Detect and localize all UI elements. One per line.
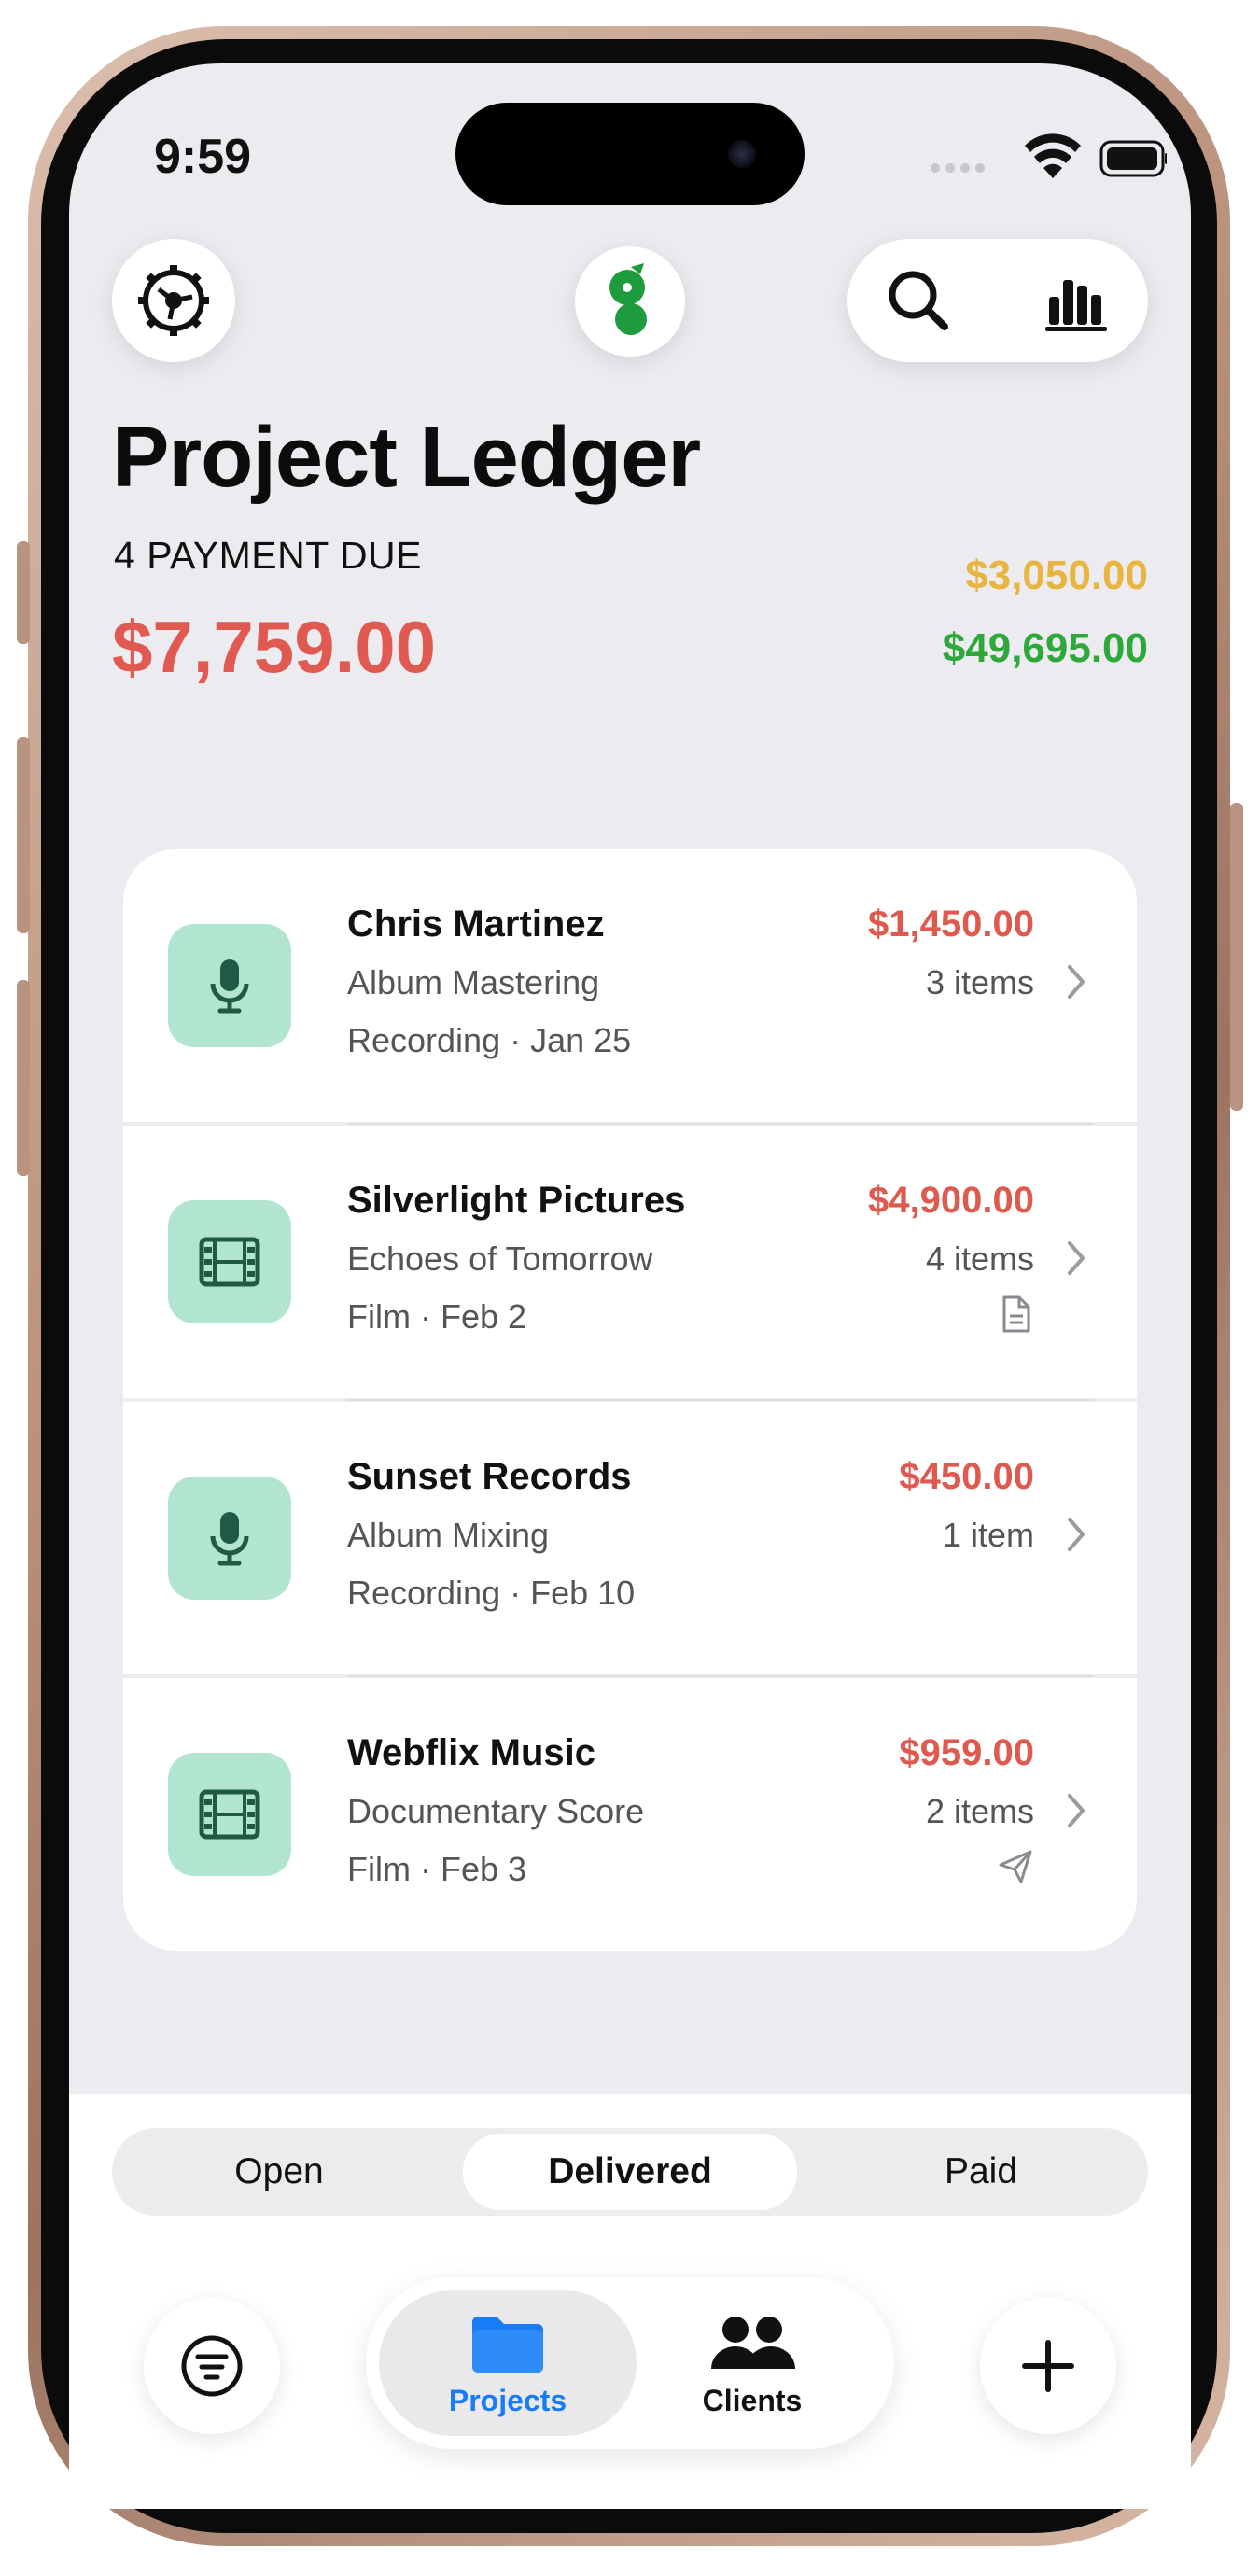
chevron-right-icon bbox=[1068, 1241, 1085, 1275]
film-icon bbox=[199, 1237, 260, 1287]
category-tile bbox=[168, 1200, 291, 1323]
pending-amount: $3,050.00 bbox=[965, 553, 1148, 598]
project-name: Album Mixing bbox=[347, 1516, 550, 1554]
people-icon bbox=[711, 2317, 795, 2369]
tab-clients-label: Clients bbox=[702, 2384, 803, 2417]
category-tile bbox=[168, 1477, 291, 1600]
item-count: 1 item bbox=[942, 1516, 1034, 1554]
film-icon bbox=[199, 1789, 260, 1840]
item-count: 3 items bbox=[925, 963, 1034, 1001]
folder-icon bbox=[472, 2317, 543, 2373]
segment-open[interactable]: Open bbox=[112, 2128, 446, 2216]
project-name: Album Mastering bbox=[347, 963, 600, 1001]
client-name: Silverlight Pictures bbox=[347, 1180, 686, 1221]
cellular-icon bbox=[931, 163, 985, 173]
project-row[interactable]: Chris Martinez Album Mastering Recording… bbox=[123, 849, 1137, 1125]
category-tile bbox=[168, 924, 291, 1047]
action-button bbox=[17, 541, 30, 644]
chevron-right-icon bbox=[1068, 965, 1085, 999]
status-time: 9:59 bbox=[154, 130, 252, 184]
volume-up-button bbox=[17, 737, 30, 933]
tab-bar: Projects Clients bbox=[366, 2277, 894, 2449]
project-list: Chris Martinez Album Mastering Recording… bbox=[123, 849, 1137, 1954]
payment-due-amount: $7,759.00 bbox=[112, 606, 437, 688]
document-icon bbox=[1002, 1295, 1030, 1333]
project-amount: $4,900.00 bbox=[868, 1180, 1034, 1221]
project-amount: $450.00 bbox=[899, 1456, 1034, 1497]
tab-projects[interactable]: Projects bbox=[379, 2290, 637, 2436]
project-meta: Recording · Jan 25 bbox=[347, 1021, 632, 1059]
project-name: Echoes of Tomorrow bbox=[347, 1239, 653, 1278]
tab-clients[interactable]: Clients bbox=[623, 2290, 881, 2436]
chevron-right-icon bbox=[1068, 1794, 1085, 1827]
send-icon bbox=[999, 1850, 1032, 1883]
tab-projects-label: Projects bbox=[448, 2384, 567, 2417]
item-count: 2 items bbox=[925, 1792, 1034, 1830]
client-name: Sunset Records bbox=[347, 1456, 632, 1497]
volume-down-button bbox=[17, 980, 30, 1176]
project-row[interactable]: Sunset Records Album Mixing Recording · … bbox=[123, 1402, 1137, 1677]
page-title: Project Ledger bbox=[112, 410, 701, 505]
chevron-right-icon bbox=[1068, 1518, 1085, 1551]
gear-icon bbox=[138, 265, 209, 336]
microphone-icon bbox=[210, 959, 249, 1014]
row-divider bbox=[347, 1399, 1094, 1401]
toolbar-pill bbox=[847, 239, 1148, 362]
item-count: 4 items bbox=[925, 1239, 1034, 1278]
stats-button[interactable] bbox=[1034, 258, 1120, 343]
row-divider bbox=[347, 1123, 1094, 1125]
battery-icon bbox=[1099, 140, 1169, 177]
bar-chart-icon bbox=[1045, 280, 1107, 331]
project-amount: $1,450.00 bbox=[868, 903, 1034, 945]
status-icons bbox=[924, 131, 1169, 183]
search-icon bbox=[889, 271, 948, 330]
status-segmented-control: Open Delivered Paid bbox=[112, 2128, 1148, 2216]
client-name: Chris Martinez bbox=[347, 903, 605, 945]
camera bbox=[728, 140, 756, 168]
microphone-icon bbox=[210, 1512, 249, 1566]
dynamic-island bbox=[455, 103, 805, 205]
app-logo-button[interactable] bbox=[575, 246, 685, 357]
segment-paid[interactable]: Paid bbox=[814, 2128, 1148, 2216]
plus-icon bbox=[1022, 2340, 1074, 2392]
project-name: Documentary Score bbox=[347, 1792, 645, 1830]
filter-icon bbox=[181, 2335, 243, 2397]
search-button[interactable] bbox=[875, 258, 961, 343]
add-button[interactable] bbox=[980, 2298, 1116, 2434]
filter-button[interactable] bbox=[144, 2298, 280, 2434]
project-amount: $959.00 bbox=[899, 1732, 1034, 1773]
paid-amount: $49,695.00 bbox=[942, 625, 1148, 671]
settings-button[interactable] bbox=[112, 239, 235, 362]
power-button bbox=[1230, 803, 1243, 1111]
project-meta: Film · Feb 2 bbox=[347, 1297, 527, 1336]
project-row[interactable]: Silverlight Pictures Echoes of Tomorrow … bbox=[123, 1126, 1137, 1401]
project-meta: Film · Feb 3 bbox=[347, 1850, 527, 1888]
category-tile bbox=[168, 1753, 291, 1876]
payment-due-label: 4 PAYMENT DUE bbox=[114, 534, 423, 577]
segment-delivered[interactable]: Delivered bbox=[463, 2134, 797, 2210]
wifi-icon bbox=[1025, 133, 1081, 178]
project-row[interactable]: Webflix Music Documentary Score Film · F… bbox=[123, 1678, 1137, 1951]
client-name: Webflix Music bbox=[347, 1732, 595, 1773]
row-divider bbox=[347, 1675, 1094, 1677]
project-meta: Recording · Feb 10 bbox=[347, 1574, 636, 1612]
app-logo bbox=[609, 263, 647, 335]
